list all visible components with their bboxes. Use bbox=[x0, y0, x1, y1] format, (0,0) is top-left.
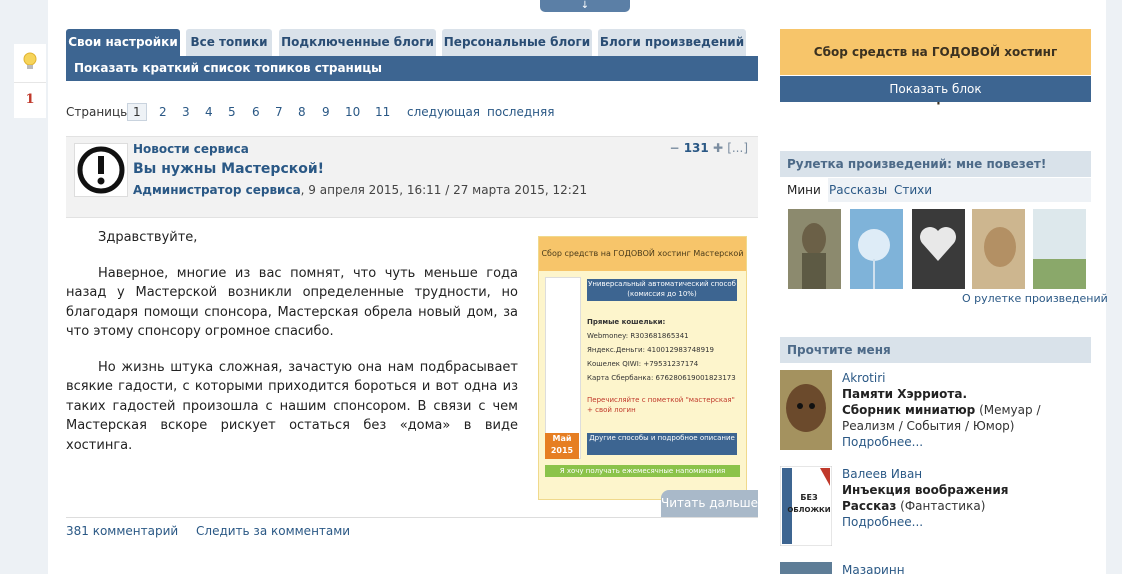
post-body: Здравствуйте, Наверное, многие из вас по… bbox=[66, 228, 518, 471]
arrow-down-icon: ↓ bbox=[580, 0, 590, 11]
work-cover-image[interactable] bbox=[780, 562, 832, 574]
notification-count[interactable]: 1 bbox=[14, 92, 46, 107]
banner-auto-pay-button: Универсальный автоматический способ (ком… bbox=[587, 279, 737, 301]
work-more-link[interactable]: Подробнее... bbox=[842, 515, 923, 529]
post-rating: − 131 ✚ [...] bbox=[669, 141, 748, 155]
work-author[interactable]: Мазаринн bbox=[842, 563, 905, 574]
post-paragraph: Здравствуйте, bbox=[98, 230, 198, 245]
post-more-button[interactable]: [...] bbox=[727, 141, 748, 155]
comments-link[interactable]: 381 комментарий bbox=[66, 524, 178, 538]
page-link[interactable]: 3 bbox=[182, 105, 190, 119]
lightbulb-icon[interactable] bbox=[22, 52, 38, 72]
collapse-top-button[interactable]: ↓ bbox=[540, 0, 630, 12]
vote-up-icon[interactable]: ✚ bbox=[713, 141, 723, 155]
banner-month: Май 2015 bbox=[545, 433, 579, 459]
thumbnail-image[interactable] bbox=[972, 209, 1025, 289]
tab-connected-blogs[interactable]: Подключенные блоги bbox=[279, 29, 436, 56]
page-link[interactable]: 2 bbox=[159, 105, 167, 119]
post-title[interactable]: Вы нужны Мастерской! bbox=[133, 161, 324, 177]
post-author[interactable]: Администратор сервиса bbox=[133, 183, 301, 197]
show-block-button[interactable]: Показать блок bbox=[780, 76, 1091, 102]
tab-mini[interactable]: Мини bbox=[780, 178, 828, 202]
page-link[interactable]: 9 bbox=[322, 105, 330, 119]
svg-text:ОБЛОЖКИ: ОБЛОЖКИ bbox=[787, 506, 830, 514]
vote-down-icon[interactable]: − bbox=[669, 141, 679, 155]
svg-text:БЕЗ: БЕЗ bbox=[800, 493, 818, 502]
pager-last[interactable]: последняя bbox=[487, 105, 554, 119]
read-me-header: Прочтите меня bbox=[780, 337, 1091, 363]
pager-label: Страницы: bbox=[66, 105, 134, 119]
follow-comments-link[interactable]: Следить за комментами bbox=[196, 524, 350, 538]
tab-personal-blogs[interactable]: Персональные блоги bbox=[442, 29, 592, 56]
post-category[interactable]: Новости сервиса bbox=[133, 142, 249, 156]
post-header: Новости сервиса Вы нужны Мастерской! Адм… bbox=[66, 136, 758, 218]
page-link[interactable]: 7 bbox=[275, 105, 283, 119]
fundraising-banner-image[interactable]: Сбор средств на ГОДОВОЙ хостинг Мастерск… bbox=[538, 236, 747, 500]
read-more-button[interactable]: Читать дальше bbox=[661, 490, 758, 517]
tab-works-blogs[interactable]: Блоги произведений bbox=[598, 29, 746, 56]
roulette-about-link[interactable]: О рулетке произведений bbox=[962, 292, 1108, 305]
page-link[interactable]: 6 bbox=[252, 105, 260, 119]
banner-note: Перечисляйте с пометкой "мастерская" + с… bbox=[587, 396, 735, 414]
tab-poems[interactable]: Стихи bbox=[894, 183, 932, 197]
tab-stories[interactable]: Рассказы bbox=[829, 183, 887, 197]
banner-progress-column bbox=[545, 277, 581, 459]
thumbnail-image[interactable] bbox=[788, 209, 841, 289]
rating-value: 131 bbox=[683, 141, 709, 155]
blog-avatar[interactable] bbox=[74, 143, 128, 197]
page-current: 1 bbox=[127, 103, 147, 121]
banner-title: Сбор средств на ГОДОВОЙ хостинг Мастерск… bbox=[539, 237, 746, 271]
exclamation-icon bbox=[77, 146, 125, 194]
page-link[interactable]: 5 bbox=[228, 105, 236, 119]
work-genre: (Фантастика) bbox=[896, 499, 986, 513]
page-link[interactable]: 10 bbox=[345, 105, 360, 119]
pager-next[interactable]: следующая bbox=[407, 105, 480, 119]
thumbnail-image[interactable] bbox=[850, 209, 903, 289]
no-cover-image[interactable]: БЕЗ ОБЛОЖКИ bbox=[780, 466, 832, 546]
left-toolbar: 1 bbox=[14, 44, 46, 118]
work-author[interactable]: Валеев Иван bbox=[842, 467, 922, 481]
banner-other-methods-button: Другие способы и подробное описание bbox=[587, 433, 737, 455]
fund-block-title[interactable]: Сбор средств на ГОДОВОЙ хостинг Мастерск… bbox=[780, 29, 1091, 105]
tab-own-settings[interactable]: Свои настройки bbox=[66, 29, 180, 56]
post-paragraph: Наверное, многие из вас помнят, что чуть… bbox=[66, 265, 518, 340]
post-paragraph: Но жизнь штука сложная, зачастую она нам… bbox=[66, 359, 518, 453]
work-title: Памяти Хэрриота. bbox=[842, 387, 968, 401]
tab-all-topics[interactable]: Все топики bbox=[186, 29, 272, 56]
post-footer: 381 комментарий Следить за комментами bbox=[66, 517, 758, 538]
work-author[interactable]: Akrotiri bbox=[842, 371, 885, 385]
work-type: Сборник миниатюр bbox=[842, 403, 976, 417]
show-short-topic-list[interactable]: Показать краткий список топиков страницы bbox=[66, 56, 758, 81]
banner-reminders-button: Я хочу получать ежемесячные напоминания bbox=[545, 465, 740, 477]
thumbnail-image[interactable] bbox=[1033, 209, 1086, 289]
thumbnail-image[interactable] bbox=[912, 209, 965, 289]
work-type: Рассказ bbox=[842, 499, 897, 513]
work-title: Инъекция воображения bbox=[842, 483, 1009, 497]
post-dates: , 9 апреля 2015, 16:11 / 27 марта 2015, … bbox=[300, 183, 588, 197]
divider bbox=[14, 82, 46, 83]
roulette-tabs: Мини Рассказы Стихи bbox=[780, 178, 1091, 202]
page-link[interactable]: 8 bbox=[298, 105, 306, 119]
post-meta: Администратор сервиса, 9 апреля 2015, 16… bbox=[133, 183, 587, 197]
work-more-link[interactable]: Подробнее... bbox=[842, 435, 923, 449]
roulette-thumbnails bbox=[788, 209, 1088, 289]
page-link[interactable]: 11 bbox=[375, 105, 390, 119]
work-cover-image[interactable] bbox=[780, 370, 832, 450]
banner-wallets: Прямые кошельки: Webmoney: R303681865341… bbox=[587, 318, 736, 382]
list-item: Мазаринн bbox=[780, 562, 1091, 574]
roulette-header: Рулетка произведений: мне повезет! bbox=[780, 151, 1091, 177]
page-link[interactable]: 4 bbox=[205, 105, 213, 119]
